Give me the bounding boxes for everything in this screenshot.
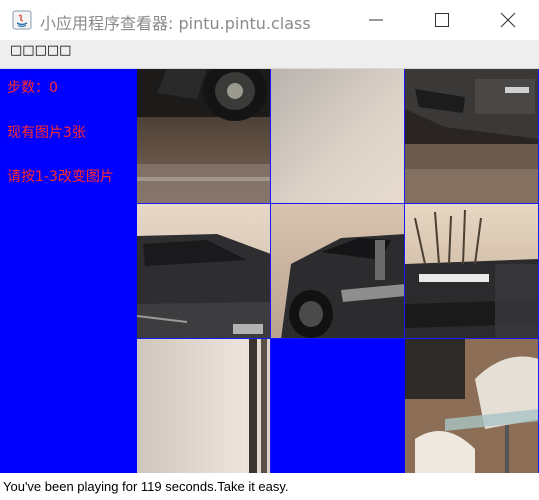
title-bar: 小应用程序查看器: pintu.pintu.class — [0, 0, 539, 40]
window-title: 小应用程序查看器: pintu.pintu.class — [40, 14, 311, 33]
steps-label: 步数：0 — [7, 80, 58, 96]
puzzle-tile[interactable] — [137, 204, 271, 339]
minimize-button[interactable] — [346, 0, 406, 40]
menu-bar: □□□□□ — [0, 40, 539, 69]
java-applet-icon — [12, 10, 32, 30]
close-icon — [500, 12, 516, 28]
puzzle-tile[interactable] — [271, 69, 405, 204]
info-panel: 步数：0 现有图片3张 请按1-3改变图片 — [0, 69, 137, 473]
maximize-button[interactable] — [412, 0, 472, 40]
puzzle-tile[interactable] — [405, 204, 539, 339]
car-image-fragment — [405, 204, 538, 338]
puzzle-tile[interactable] — [137, 339, 271, 474]
car-image-fragment — [271, 69, 404, 203]
instruction-label: 请按1-3改变图片 — [7, 169, 114, 185]
minimize-icon — [369, 19, 383, 21]
puzzle-grid — [137, 69, 539, 474]
maximize-icon — [435, 13, 449, 27]
puzzle-tile[interactable] — [137, 69, 271, 204]
status-message: You've been playing for 119 seconds.Take… — [3, 479, 289, 494]
car-image-fragment — [137, 69, 270, 203]
puzzle-tile[interactable] — [405, 69, 539, 204]
empty-tile[interactable] — [271, 339, 405, 474]
car-image-fragment — [405, 339, 538, 473]
puzzle-tile[interactable] — [405, 339, 539, 474]
status-bar: You've been playing for 119 seconds.Take… — [0, 473, 539, 500]
image-count-label: 现有图片3张 — [7, 125, 86, 141]
car-image-fragment — [137, 204, 270, 338]
car-image-fragment — [405, 69, 538, 203]
puzzle-tile[interactable] — [271, 204, 405, 339]
close-button[interactable] — [478, 0, 538, 40]
menu-applet[interactable]: □□□□□ — [10, 43, 71, 58]
car-image-fragment — [137, 339, 270, 473]
car-image-fragment — [271, 204, 404, 338]
